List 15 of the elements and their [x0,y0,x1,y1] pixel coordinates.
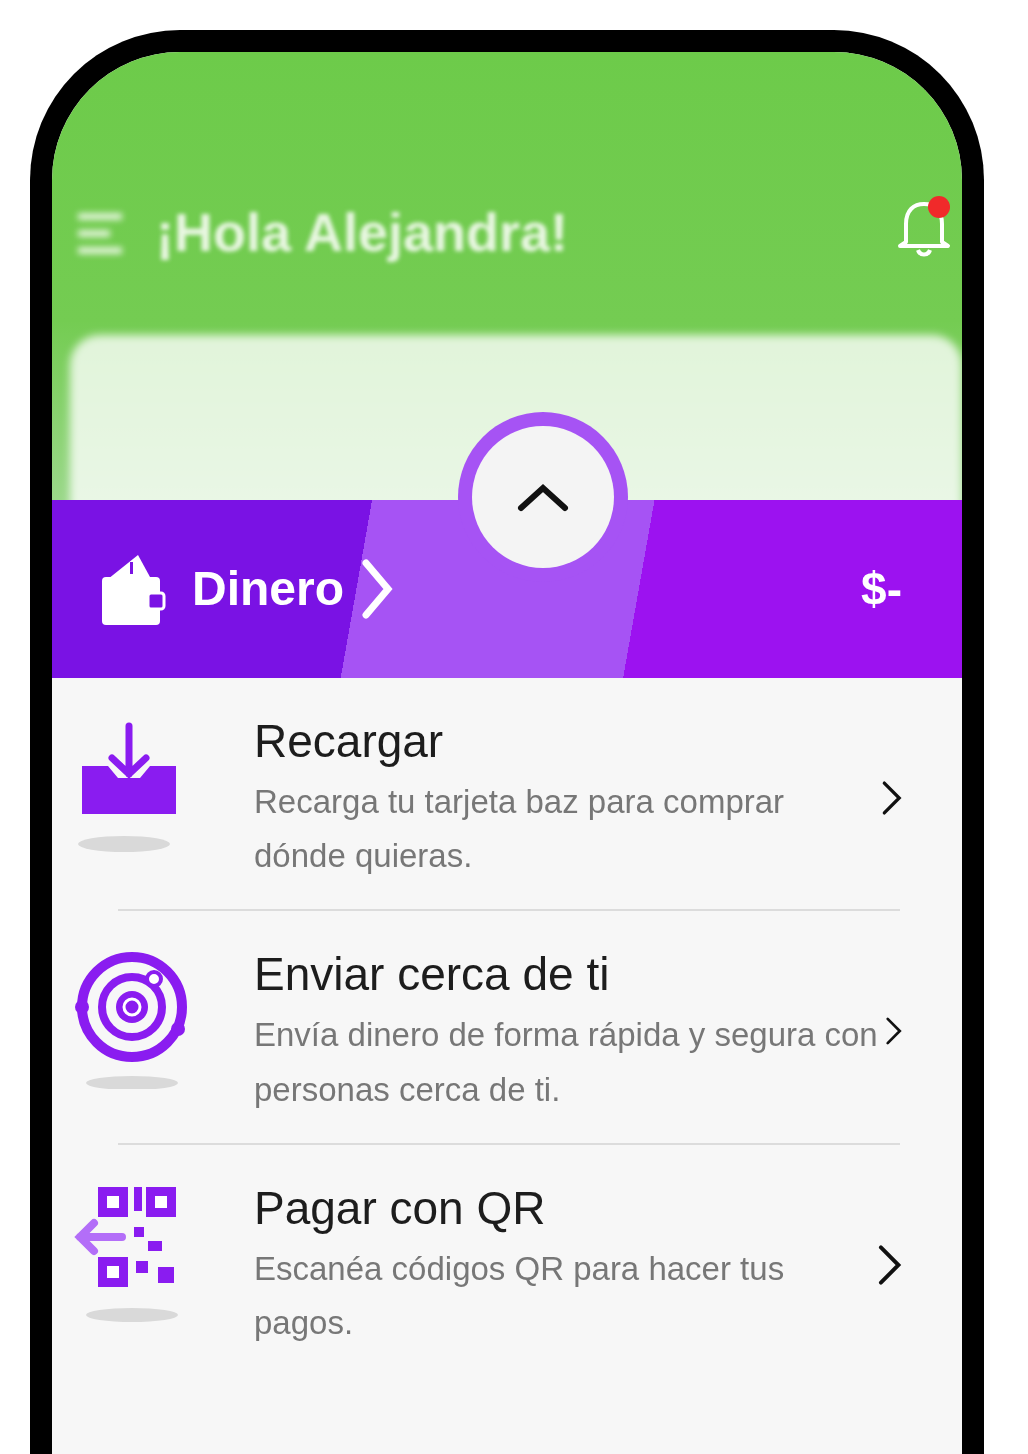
action-item[interactable]: Enviar cerca de ti Envía dinero de forma rápida y segura con personas cerca de ti. [52,911,962,1143]
action-title: Recargar [254,716,445,767]
action-description: Escanéa códigos QR para hacer tus pagos. [254,1248,786,1343]
chevron-right-icon [360,559,394,619]
action-item[interactable]: Pagar con QR Escanéa códigos QR para hacer tus pagos. [52,1144,962,1377]
action-description: Envía dinero de forma rápida y segura con personas cerca de ti. [254,1015,879,1110]
action-title: Pagar con QR [254,1182,547,1234]
action-title: Enviar cerca de ti [254,949,611,1001]
chevron-up-icon [517,482,569,512]
action-description: Recarga tu tarjeta baz para comprar dónde quieras. [254,781,786,877]
balance-amount: $- [861,561,902,617]
action-item[interactable]: Recargar Recarga tu tarjeta baz para comprar dónde quieras. [52,678,962,910]
chevron-right-icon [876,1242,902,1287]
greeting-text: ¡Hola Alejandra! [156,201,569,264]
money-link[interactable]: Dinero [192,553,344,625]
